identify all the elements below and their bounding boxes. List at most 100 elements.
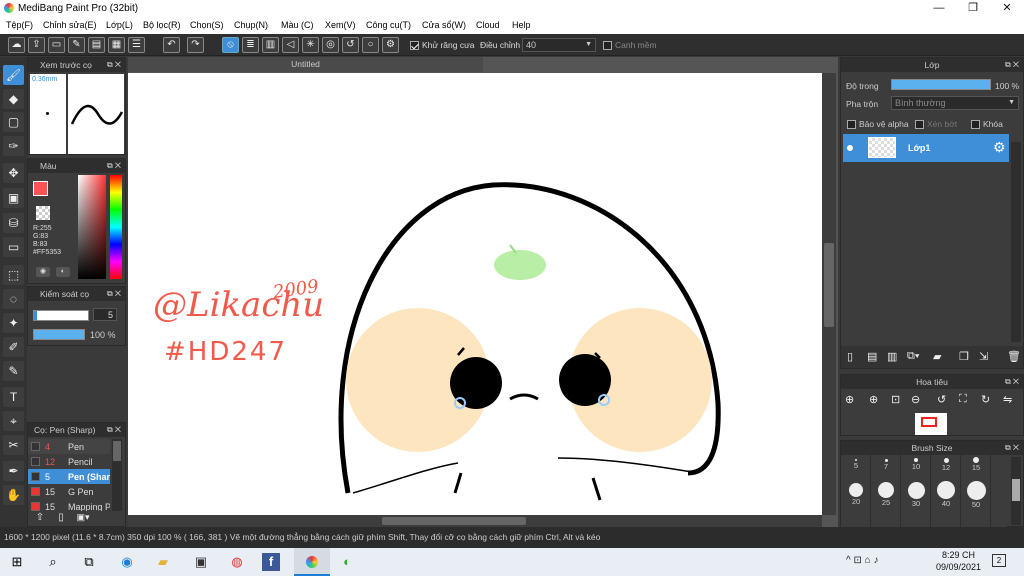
shape-tool-icon[interactable]: ▢ <box>3 112 24 132</box>
brush-new-icon[interactable]: ▯ <box>54 512 68 525</box>
pen-tool-icon[interactable]: ✎ <box>68 37 85 53</box>
menu-help[interactable]: Help <box>512 20 531 30</box>
panel-float-close-icon[interactable]: ⧉ ✕ <box>107 423 121 437</box>
system-tray-icons[interactable]: ^ ⊡ ⌂ ♪ <box>846 555 878 566</box>
menu-file[interactable]: Tệp(F) <box>6 20 33 30</box>
text-tool-icon[interactable]: T <box>3 387 24 407</box>
menu-color[interactable]: Màu (C) <box>281 20 314 30</box>
minimize-button[interactable]: — <box>922 0 956 17</box>
maximize-button[interactable]: ❐ <box>956 0 990 17</box>
antialias-checkbox[interactable] <box>410 40 419 51</box>
ellipse-snap-icon[interactable]: ○ <box>362 37 379 53</box>
windows-start-icon[interactable]: ⊞ <box>6 552 28 572</box>
store-icon[interactable]: ▣ <box>190 552 212 572</box>
eyedropper-icon[interactable]: ✒ <box>3 461 24 481</box>
pen-line-tool-icon[interactable]: ✑ <box>3 136 24 156</box>
color-mode-button[interactable]: ◐ <box>56 267 70 277</box>
undo-icon[interactable]: ↶ <box>163 37 180 53</box>
layer-visibility-icon[interactable] <box>847 145 853 151</box>
primary-color-swatch[interactable] <box>33 181 48 196</box>
curve-snap-icon[interactable]: ↺ <box>342 37 359 53</box>
medibang-task-icon[interactable] <box>294 548 330 576</box>
layer-settings-gear-icon[interactable]: ⚙ <box>993 139 1006 156</box>
rotate-left-icon[interactable]: ↺ <box>937 393 946 406</box>
bucket-tool-icon[interactable]: ⛁ <box>3 213 24 233</box>
fill-tool-icon[interactable]: ▣ <box>3 188 24 208</box>
list-item[interactable]: 5 Pen (Sharp) <box>28 469 110 484</box>
brush-tool-icon[interactable]: 🖌 <box>3 65 24 85</box>
flip-icon[interactable]: ⇋ <box>1003 393 1012 406</box>
panel-float-close-icon[interactable]: ⧉ ✕ <box>107 58 121 72</box>
brush-size-slider[interactable] <box>33 310 89 321</box>
perspective-snap-icon[interactable]: ◁ <box>282 37 299 53</box>
drawing-canvas[interactable]: @Likachu 2009 #HD247 <box>128 73 822 515</box>
document-tab[interactable]: Untitled <box>128 57 483 72</box>
hand-tool-icon[interactable]: ✋ <box>3 485 24 505</box>
notification-icon[interactable]: 2 <box>992 554 1006 567</box>
navigator-thumbnail[interactable] <box>915 413 947 435</box>
layer-opacity-slider[interactable] <box>891 79 991 90</box>
list-item[interactable]: 15 G Pen <box>28 484 110 499</box>
fit-window-icon[interactable]: ⊡ <box>891 393 900 406</box>
zoom-in-alt-icon[interactable]: ⊕ <box>869 393 878 406</box>
folder-icon[interactable]: ▰ <box>933 350 941 363</box>
menu-window[interactable]: Cửa sổ(W) <box>422 20 466 30</box>
menu-select[interactable]: Chọn(S) <box>190 20 224 30</box>
task-view-icon[interactable]: ⧉ <box>78 552 100 572</box>
zoom-out-icon[interactable]: ⊖ <box>911 393 920 406</box>
new-layer-icon[interactable]: ▯ <box>847 350 853 363</box>
parallel-snap-icon[interactable]: ≣ <box>242 37 259 53</box>
gradient-tool-icon[interactable]: ▭ <box>3 237 24 257</box>
settings-icon[interactable]: ⚙ <box>382 37 399 53</box>
radial-snap-icon[interactable]: ✳ <box>302 37 319 53</box>
brush-size-scrollbar[interactable] <box>1011 457 1021 525</box>
list-item[interactable]: 4 Pen <box>28 439 110 454</box>
list-item[interactable]: 12 Pencil <box>28 454 110 469</box>
upload-icon[interactable]: ⇪ <box>28 37 45 53</box>
select-tool-icon[interactable]: ⬚ <box>3 265 24 285</box>
panel-float-close-icon[interactable]: ⧉ ✕ <box>107 287 121 301</box>
palette-button[interactable]: ◉ <box>36 267 50 277</box>
layer-row[interactable]: Lớp1 ⚙ <box>843 134 1009 162</box>
select-pen-icon[interactable]: ✐ <box>3 337 24 357</box>
lasso-tool-icon[interactable]: ◌ <box>3 289 24 309</box>
panel-float-close-icon[interactable]: ⧉ ✕ <box>1005 441 1019 455</box>
redo-icon[interactable]: ↷ <box>187 37 204 53</box>
list-item[interactable]: 15 Mapping P <box>28 499 110 511</box>
cloud-icon[interactable]: ☁ <box>8 37 25 53</box>
grid-snap-icon[interactable]: ▥ <box>262 37 279 53</box>
chrome-icon[interactable]: ◍ <box>226 552 248 572</box>
menu-view[interactable]: Xem(V) <box>325 20 356 30</box>
brush-menu-icon[interactable]: ▣▾ <box>73 512 93 525</box>
copy-layer-icon[interactable]: ⧉▾ <box>907 350 919 363</box>
canvas-vertical-scrollbar[interactable] <box>822 73 836 515</box>
move-tool-icon[interactable]: ✥ <box>3 163 24 183</box>
panel-float-close-icon[interactable]: ⧉ ✕ <box>1005 58 1019 72</box>
brush-list-scrollbar[interactable] <box>112 439 122 511</box>
brush-size-option[interactable]: 40 <box>932 481 960 511</box>
zoom-in-icon[interactable]: ⊕ <box>845 393 854 406</box>
clock-date[interactable]: 09/09/2021 <box>936 562 981 572</box>
duplicate-layer-icon[interactable]: ❐ <box>959 350 969 363</box>
comment-icon[interactable]: ▭ <box>48 37 65 53</box>
magic-wand-icon[interactable]: ✦ <box>3 313 24 333</box>
brush-size-option[interactable]: 20 <box>842 481 870 511</box>
document-icon[interactable]: ▤ <box>88 37 105 53</box>
actual-size-icon[interactable]: ⛶ <box>959 393 967 406</box>
panel-float-close-icon[interactable]: ⧉ ✕ <box>107 159 121 173</box>
operation-tool-icon[interactable]: ⌖ <box>3 411 24 431</box>
lock-checkbox[interactable] <box>971 119 980 130</box>
search-icon[interactable]: ⌕ <box>42 552 64 572</box>
protect-alpha-checkbox[interactable] <box>847 119 856 130</box>
hue-slider[interactable] <box>110 175 122 279</box>
facebook-icon[interactable]: f <box>262 553 280 571</box>
canvas-horizontal-scrollbar[interactable] <box>128 515 822 527</box>
rotate-right-icon[interactable]: ↻ <box>981 393 990 406</box>
correction-select[interactable]: 40 ▼ <box>522 38 596 52</box>
circle-snap-icon[interactable]: ◎ <box>322 37 339 53</box>
clip-checkbox[interactable] <box>915 119 924 130</box>
new-halftone-layer-icon[interactable]: ▤ <box>867 350 877 363</box>
brush-size-option[interactable]: 30 <box>902 481 930 511</box>
select-eraser-icon[interactable]: ✎ <box>3 361 24 381</box>
snap-off-icon[interactable]: ⦸ <box>222 37 239 53</box>
